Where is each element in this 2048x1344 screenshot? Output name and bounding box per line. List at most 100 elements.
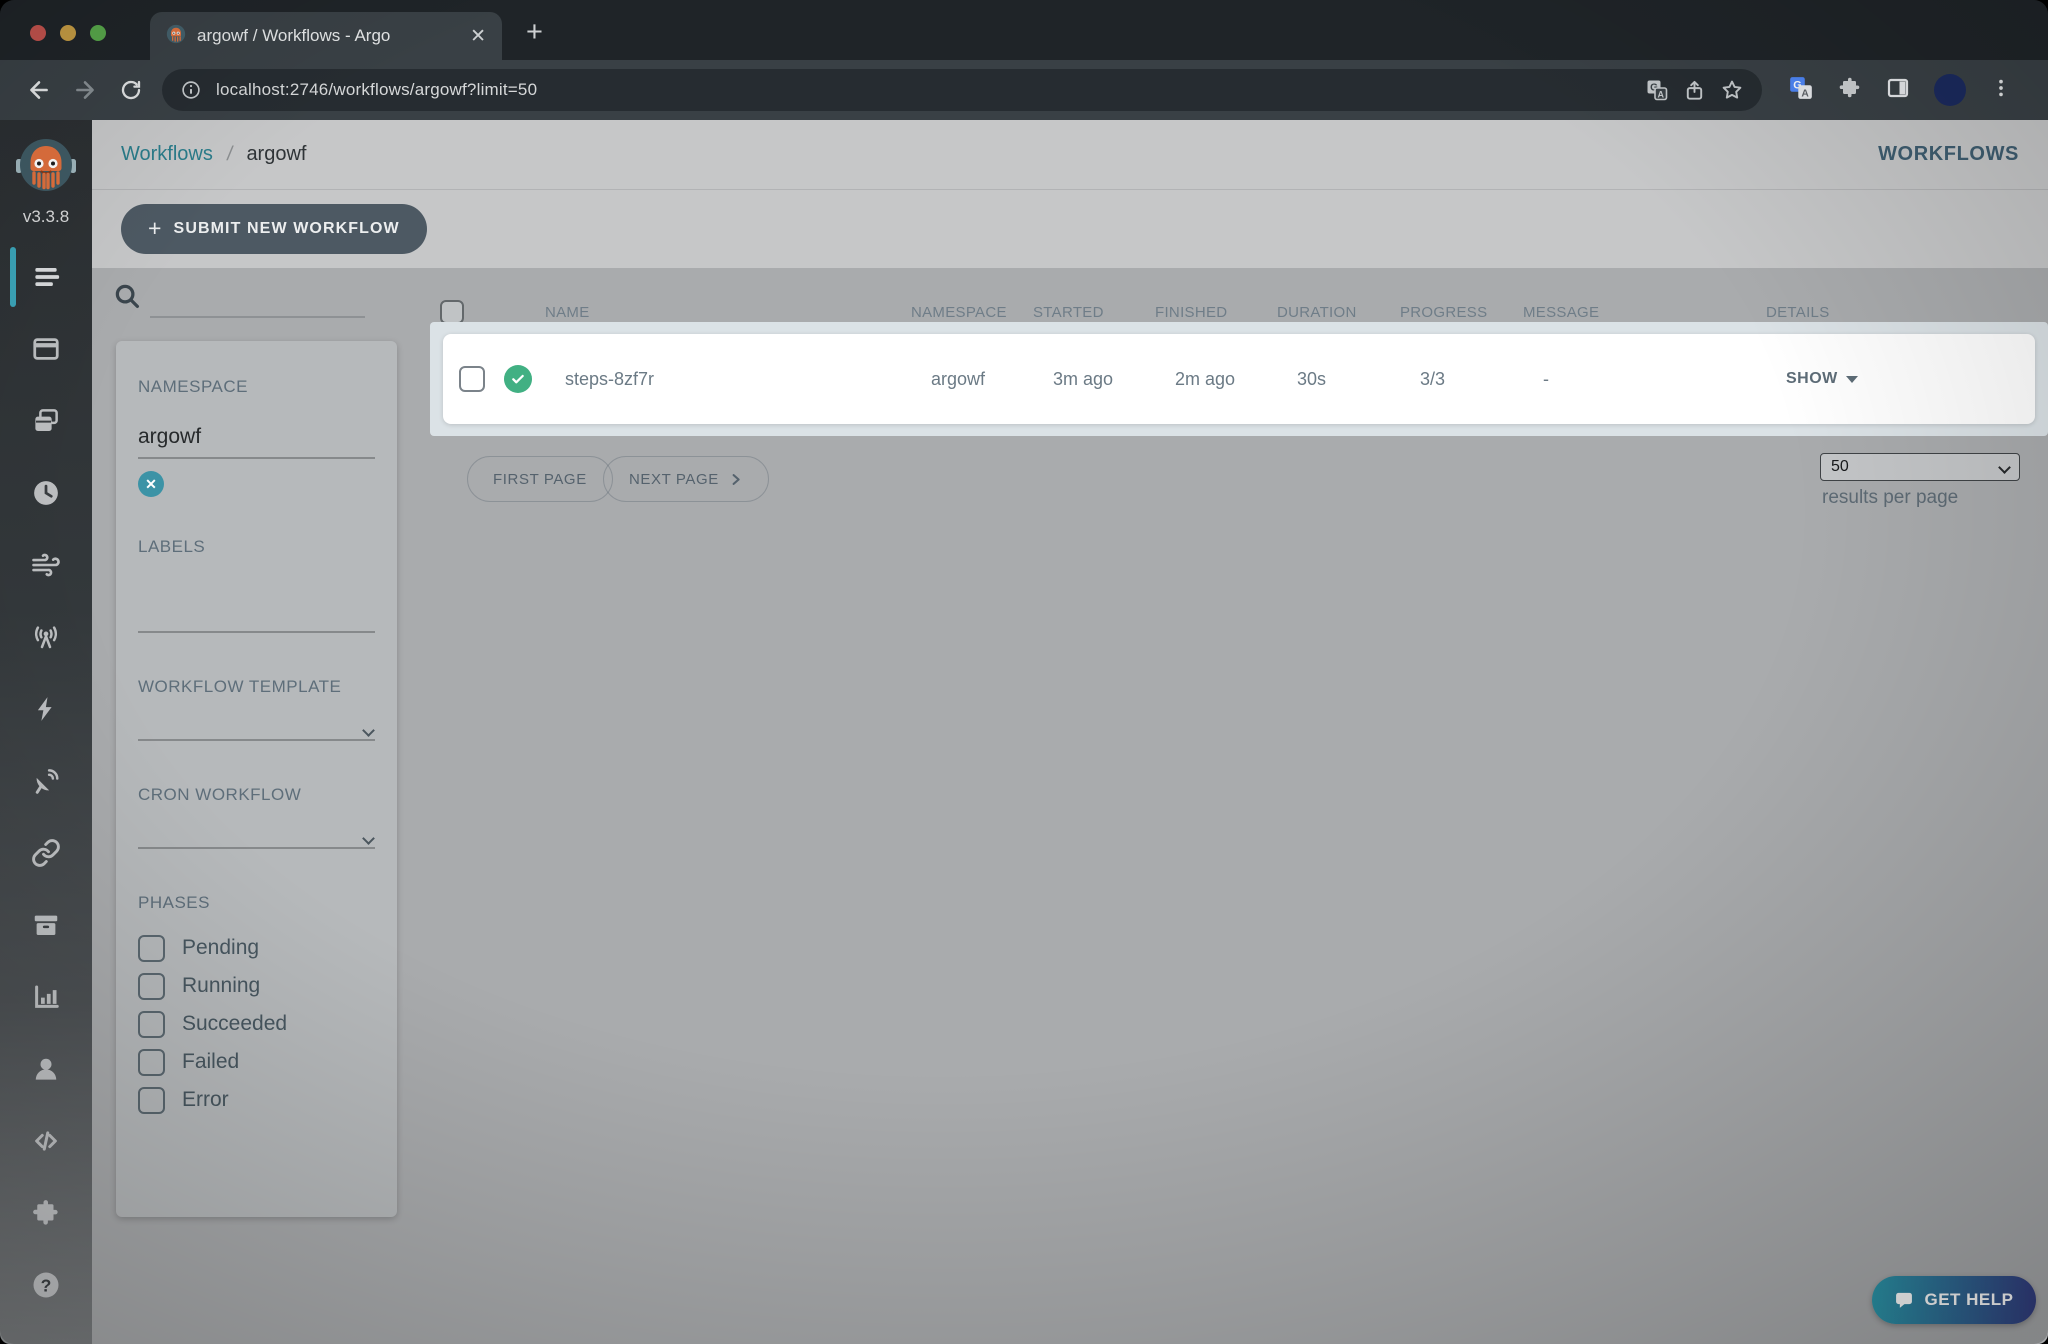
new-tab-button[interactable]: + <box>526 16 543 49</box>
url-text[interactable]: localhost:2746/workflows/argowf?limit=50 <box>216 80 1631 100</box>
sidebar-item-cron-workflows[interactable] <box>0 457 92 529</box>
status-succeeded-icon <box>504 365 532 393</box>
sidebar-item-workflows[interactable] <box>0 241 92 313</box>
maximize-window-button[interactable] <box>90 25 106 41</box>
sidebar-item-user[interactable] <box>0 1033 92 1105</box>
sidebar-item-api-docs[interactable] <box>0 1105 92 1177</box>
bookmark-star-icon[interactable] <box>1720 78 1744 102</box>
get-help-button[interactable]: GET HELP <box>1872 1276 2036 1324</box>
results-per-page-select[interactable]: 50 <box>1820 453 2020 481</box>
argo-version: v3.3.8 <box>22 207 70 226</box>
labels-input[interactable] <box>138 631 375 633</box>
submit-button-label: SUBMIT NEW WORKFLOW <box>173 220 400 237</box>
browser-toolbar: localhost:2746/workflows/argowf?limit=50… <box>0 60 2048 120</box>
phase-checkbox-succeeded[interactable] <box>138 1010 165 1038</box>
workflow-namespace: argowf <box>931 368 986 389</box>
sidebar-item-plugins[interactable] <box>0 1177 92 1249</box>
workflow-row[interactable]: steps-8zf7r argowf 3m ago 2m ago 30s 3/3… <box>443 334 2035 424</box>
link-icon <box>32 839 60 867</box>
svg-text:?: ? <box>41 1275 52 1295</box>
sidebar-item-links[interactable] <box>0 817 92 889</box>
event-bus-icon <box>35 769 59 794</box>
phase-checkbox-running[interactable] <box>138 972 165 1000</box>
event-sources-icon <box>35 626 57 649</box>
chevron-down-icon <box>1845 375 1858 383</box>
url-bar[interactable]: localhost:2746/workflows/argowf?limit=50… <box>162 69 1762 111</box>
column-header-details: DETAILS <box>1766 303 1830 321</box>
phase-label-error: Error <box>182 1088 229 1111</box>
sidebar-item-event-sources[interactable] <box>0 601 92 673</box>
sensors-icon <box>37 697 52 721</box>
minimize-window-button[interactable] <box>60 25 76 41</box>
phase-label-running: Running <box>182 974 261 997</box>
namespace-input[interactable]: argowf <box>138 425 375 449</box>
sidebar-item-help[interactable]: ? <box>0 1249 92 1321</box>
submit-new-workflow-button[interactable]: + SUBMIT NEW WORKFLOW <box>121 204 427 254</box>
clear-namespace-button[interactable]: ✕ <box>138 471 164 497</box>
first-page-button[interactable]: FIRST PAGE <box>467 456 613 502</box>
results-per-page-caption: results per page <box>1822 487 1959 508</box>
breadcrumb-workflows-link[interactable]: Workflows <box>121 143 213 166</box>
browser-window: argowf / Workflows - Argo ✕ + localhost:… <box>0 0 2048 1344</box>
sidebar-item-workflow-templates[interactable] <box>0 313 92 385</box>
translate-extension-icon[interactable]: GA <box>1788 75 1814 106</box>
phases-label: PHASES <box>138 893 210 912</box>
page-title: WORKFLOWS <box>1878 143 2019 165</box>
get-help-label: GET HELP <box>1924 1290 2014 1309</box>
workflow-templates-icon <box>33 338 59 360</box>
breadcrumb-current: argowf <box>246 143 307 165</box>
workflow-message: - <box>1543 368 1549 389</box>
breadcrumb-bar: Workflows / argowf WORKFLOWS <box>92 120 2048 190</box>
browser-tab[interactable]: argowf / Workflows - Argo ✕ <box>150 12 502 60</box>
argo-favicon <box>166 24 186 49</box>
phase-checkbox-failed[interactable] <box>138 1048 165 1076</box>
help-icon: ? <box>33 1272 59 1298</box>
sidebar-item-reports[interactable] <box>0 961 92 1033</box>
row-checkbox[interactable] <box>459 366 485 392</box>
phase-checkbox-pending[interactable] <box>138 934 165 962</box>
phase-label-failed: Failed <box>182 1050 240 1073</box>
cron-workflow-select[interactable] <box>138 832 375 849</box>
forward-button[interactable] <box>62 67 108 113</box>
cron-workflows-icon <box>34 481 58 505</box>
plus-icon: + <box>148 214 163 241</box>
tab-close-icon[interactable]: ✕ <box>470 25 486 48</box>
workflow-name[interactable]: steps-8zf7r <box>542 369 931 390</box>
column-header-finished: FINISHED <box>1155 303 1228 321</box>
svg-text:A: A <box>1658 90 1665 100</box>
next-page-button[interactable]: NEXT PAGE <box>603 456 769 502</box>
extensions-puzzle-icon[interactable] <box>1838 76 1862 105</box>
chevron-right-icon <box>732 473 740 485</box>
traffic-lights <box>30 25 106 41</box>
select-all-checkbox[interactable] <box>440 300 464 324</box>
browser-menu-icon[interactable] <box>1990 77 2012 104</box>
share-icon[interactable] <box>1683 79 1706 102</box>
phase-checkbox-error[interactable] <box>138 1086 165 1114</box>
phase-row-failed: Failed <box>138 1043 375 1081</box>
argo-sidebar: v3.3.8 ? <box>0 120 92 1344</box>
site-info-icon[interactable] <box>180 79 202 101</box>
plugins-icon <box>33 1200 58 1225</box>
labels-label: LABELS <box>138 537 206 556</box>
sidebar-item-event-flow[interactable] <box>0 529 92 601</box>
results-per-page-value: 50 <box>1831 458 1849 475</box>
close-window-button[interactable] <box>30 25 46 41</box>
tab-strip: argowf / Workflows - Argo ✕ + <box>0 0 2048 60</box>
search-input[interactable] <box>150 316 365 318</box>
phase-label-pending: Pending <box>182 936 260 959</box>
filter-panel: NAMESPACE argowf ✕ LABELS WORKFLOW TEMPL… <box>116 341 397 1217</box>
sidebar-item-archived-workflows[interactable] <box>0 889 92 961</box>
sidebar-item-cluster-workflow-templates[interactable] <box>0 385 92 457</box>
back-button[interactable] <box>16 67 62 113</box>
search-icon <box>112 281 142 316</box>
reload-button[interactable] <box>108 67 154 113</box>
profile-avatar[interactable] <box>1934 74 1966 106</box>
sidebar-item-sensors[interactable] <box>0 673 92 745</box>
translate-page-icon[interactable]: GA <box>1645 78 1669 102</box>
details-show-button[interactable]: SHOW <box>1786 370 2035 388</box>
phase-row-running: Running <box>138 967 375 1005</box>
user-icon <box>35 1058 57 1080</box>
workflow-template-select[interactable] <box>138 724 375 741</box>
side-panel-icon[interactable] <box>1886 76 1910 105</box>
sidebar-item-event-bus[interactable] <box>0 745 92 817</box>
